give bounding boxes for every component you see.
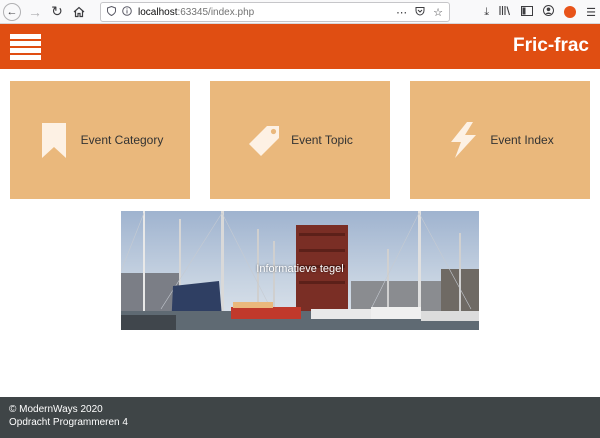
browser-toolbar: ← → ↻ localhost:63345/index.php ⋯ ☆ ⤓ ☰ [0,0,600,24]
back-icon[interactable]: ← [3,2,21,21]
app-header: Fric-frac [0,24,600,69]
forward-icon[interactable]: → [25,2,45,22]
tag-icon [249,126,280,156]
reload-icon[interactable]: ↻ [47,2,67,22]
page-footer: © ModernWays 2020 Opdracht Programmeren … [0,397,600,438]
tile-label: Event Topic [291,133,353,147]
banner-image[interactable]: Informatieve tegel [121,211,479,330]
menu-icon[interactable]: ☰ [586,6,596,19]
home-icon[interactable] [69,2,89,22]
pocket-icon[interactable] [415,6,425,19]
hamburger-icon[interactable] [10,34,41,60]
banner-caption: Informatieve tegel [256,263,344,275]
bookmark-icon [41,123,66,158]
tile-event-index[interactable]: Event Index [410,81,590,199]
url-bar[interactable]: localhost:63345/index.php ⋯ ☆ [100,2,450,22]
url-host: localhost [138,6,178,18]
footer-subtitle: Opdracht Programmeren 4 [9,417,128,428]
url-path: :63345/index.php [177,6,255,18]
extension-icon[interactable] [564,6,577,18]
download-icon[interactable]: ⤓ [484,6,489,19]
info-icon[interactable] [122,5,132,19]
brand-title: Fric-frac [512,35,589,56]
more-icon[interactable]: ⋯ [396,6,407,19]
lightning-icon [451,122,477,158]
footer-copyright: © ModernWays 2020 [9,404,103,415]
tile-event-category[interactable]: Event Category [10,81,190,199]
tile-label: Event Category [80,133,164,147]
shield-icon[interactable] [107,5,116,19]
library-icon[interactable] [499,5,511,19]
bookmark-star-icon[interactable]: ☆ [433,6,443,19]
tile-event-topic[interactable]: Event Topic [210,81,390,199]
account-icon[interactable] [543,5,555,19]
tile-label: Event Index [490,133,554,147]
sidebar-icon[interactable] [521,5,534,19]
